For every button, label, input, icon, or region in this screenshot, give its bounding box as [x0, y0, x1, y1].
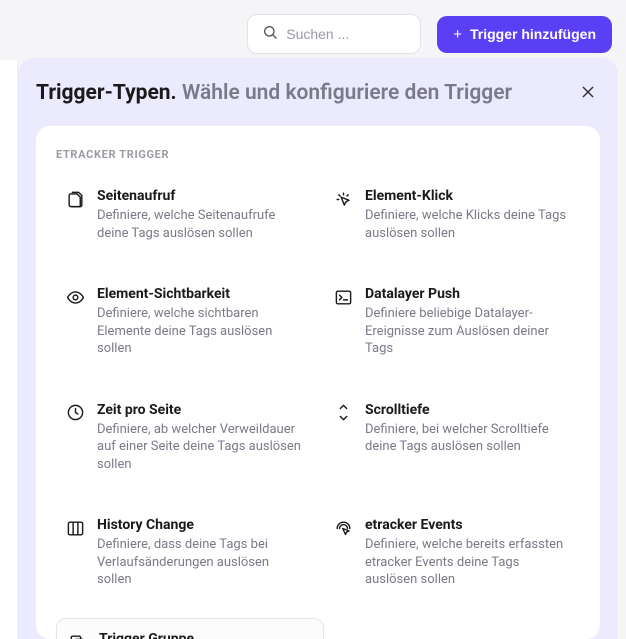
trigger-history-change[interactable]: History Change Definiere, dass deine Tag…: [56, 508, 312, 598]
trigger-desc: Definiere, welche Seitenaufrufe deine Ta…: [97, 207, 303, 242]
section-label: ETRACKER TRIGGER: [56, 148, 580, 161]
modal-title: Trigger-Typen. Wähle und konfiguriere de…: [36, 80, 512, 107]
background-strip: [0, 60, 18, 639]
trigger-group[interactable]: Trigger Gruppe Definiere mehrere Trigger…: [56, 618, 324, 639]
trigger-types-panel: ETRACKER TRIGGER Seitenaufruf Definiere,…: [36, 126, 600, 639]
trigger-title: Element-Sichtbarkeit: [97, 286, 303, 302]
terminal-icon: [333, 287, 353, 307]
trigger-title: Seitenaufruf: [97, 188, 303, 204]
cursor-signal-icon: [333, 518, 353, 538]
plus-icon: +: [453, 26, 462, 43]
clock-icon: [65, 403, 85, 423]
trigger-desc: Definiere, ab welcher Verweildauer auf e…: [97, 421, 303, 474]
trigger-etracker-events[interactable]: etracker Events Definiere, welche bereit…: [324, 508, 580, 598]
trigger-title: Scrolltiefe: [365, 402, 571, 418]
trigger-datalayer[interactable]: Datalayer Push Definiere beliebige Datal…: [324, 277, 580, 367]
trigger-desc: Definiere, welche bereits erfassten etra…: [365, 536, 571, 589]
modal-title-strong: Trigger-Typen.: [36, 81, 177, 105]
trigger-grid-last-row: Trigger Gruppe Definiere mehrere Trigger…: [56, 618, 580, 639]
add-trigger-label: Trigger hinzufügen: [470, 26, 596, 42]
trigger-types-modal: Trigger-Typen. Wähle und konfiguriere de…: [18, 58, 618, 639]
trigger-title: History Change: [97, 517, 303, 533]
copy-icon: [67, 632, 87, 639]
trigger-title: etracker Events: [365, 517, 571, 533]
trigger-desc: Definiere beliebige Datalayer-Ereignisse…: [365, 305, 571, 358]
trigger-desc: Definiere, dass deine Tags bei Verlaufsä…: [97, 536, 303, 589]
trigger-title: Zeit pro Seite: [97, 402, 303, 418]
trigger-scroll-depth[interactable]: Scrolltiefe Definiere, bei welcher Scrol…: [324, 393, 580, 483]
trigger-visibility[interactable]: Element-Sichtbarkeit Definiere, welche s…: [56, 277, 312, 367]
eye-icon: [65, 287, 85, 307]
pageview-icon: [65, 189, 85, 209]
add-trigger-button[interactable]: + Trigger hinzufügen: [437, 16, 612, 53]
trigger-pageview[interactable]: Seitenaufruf Definiere, welche Seitenauf…: [56, 179, 312, 251]
close-button[interactable]: [576, 80, 600, 108]
click-icon: [333, 189, 353, 209]
trigger-grid: Seitenaufruf Definiere, welche Seitenauf…: [56, 179, 580, 598]
search-input-wrap[interactable]: [247, 14, 421, 54]
search-icon: [262, 24, 278, 44]
modal-header: Trigger-Typen. Wähle und konfiguriere de…: [36, 80, 600, 108]
trigger-title: Trigger Gruppe: [99, 631, 313, 639]
columns-icon: [65, 518, 85, 538]
modal-title-sub: Wähle und konfiguriere den Trigger: [182, 81, 512, 105]
trigger-desc: Definiere, bei welcher Scrolltiefe deine…: [365, 421, 571, 456]
trigger-desc: Definiere, welche sichtbaren Elemente de…: [97, 305, 303, 358]
search-input[interactable]: [286, 26, 406, 42]
trigger-element-click[interactable]: Element-Klick Definiere, welche Klicks d…: [324, 179, 580, 251]
trigger-desc: Definiere, welche Klicks deine Tags ausl…: [365, 207, 571, 242]
scroll-icon: [333, 403, 353, 423]
trigger-time-on-page[interactable]: Zeit pro Seite Definiere, ab welcher Ver…: [56, 393, 312, 483]
trigger-title: Element-Klick: [365, 188, 571, 204]
trigger-title: Datalayer Push: [365, 286, 571, 302]
